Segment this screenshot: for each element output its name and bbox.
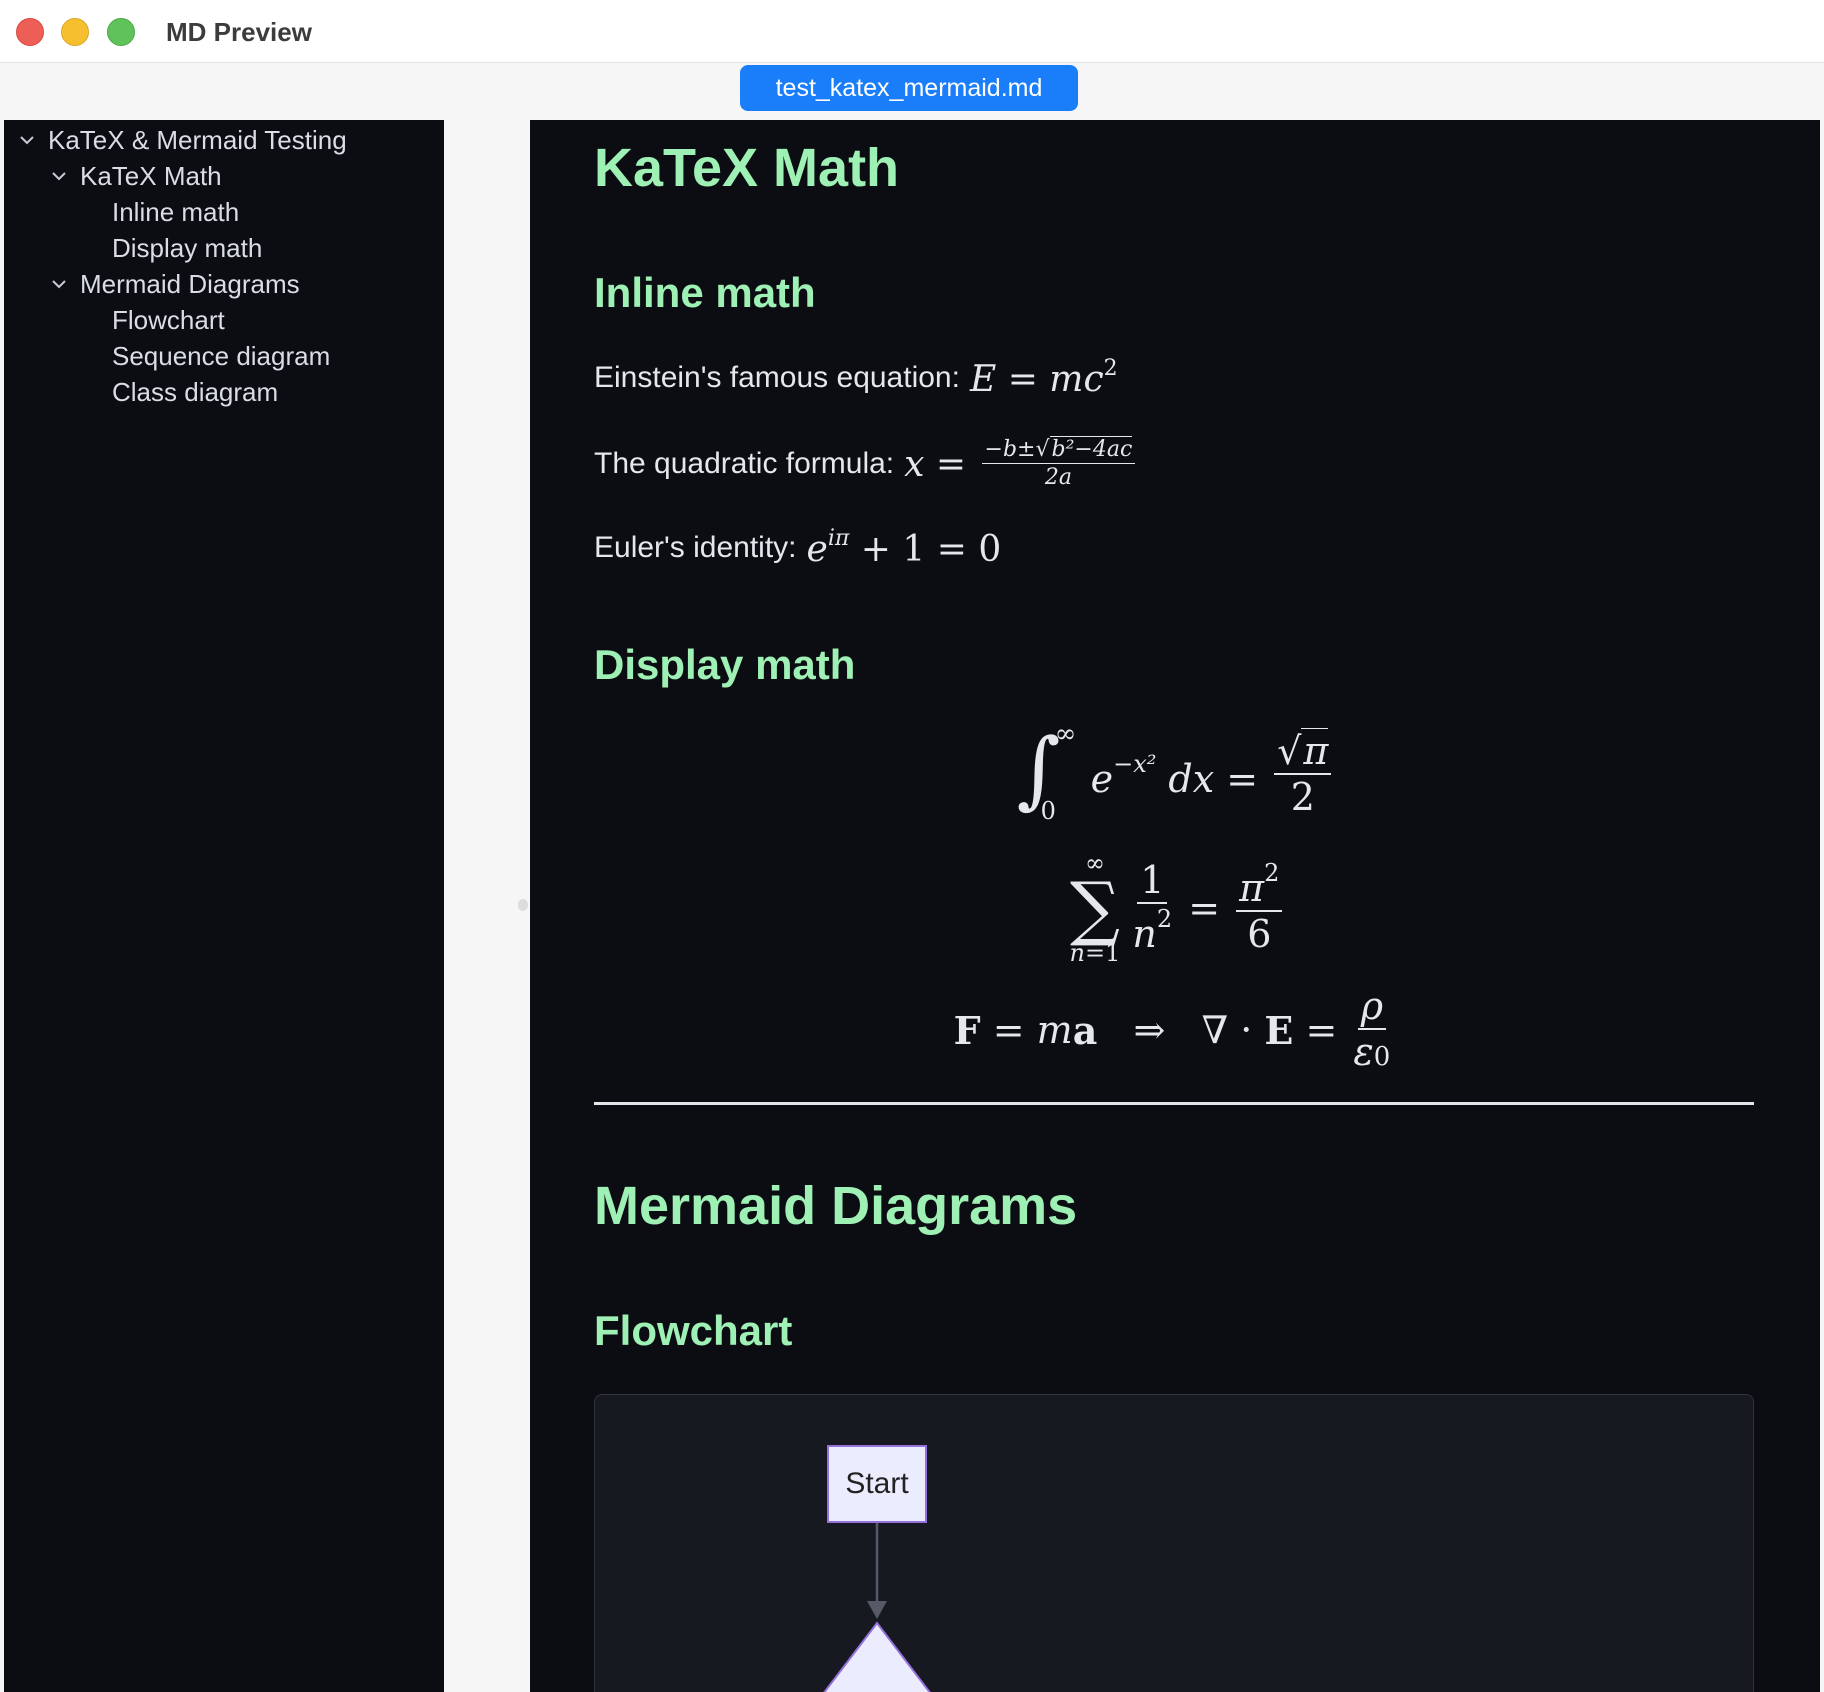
flowchart-node-decision [823,1621,931,1692]
einstein-equation: E = mc2 [969,356,1118,400]
toc-item-display-math[interactable]: Display math [4,230,444,266]
heading-mermaid-diagrams: Mermaid Diagrams [594,1176,1078,1236]
heading-flowchart: Flowchart [594,1307,793,1354]
maxwell-equation: F = ma ⇒ ∇ · E = ρ ε0 [953,984,1391,1074]
horizontal-rule [594,1102,1754,1105]
euler-label: Euler's identity: [594,531,797,564]
chevron-down-icon[interactable] [46,266,72,302]
split-view-handle[interactable] [518,899,528,911]
toc-item-katex-math[interactable]: KaTeX Math [4,158,444,194]
preview-pane: KaTeX Math Inline math Einstein's famous… [530,120,1820,1692]
flowchart-edges [823,1523,931,1692]
outline-sidebar: KaTeX & Mermaid Testing KaTeX Math Inlin… [4,120,444,1692]
euler-equation: eiπ + 1 = 0 [806,526,1002,570]
flowchart-diagram: Start [594,1394,1754,1692]
euler-paragraph: Euler's identity: eiπ + 1 = 0 [594,518,1001,578]
maxwell-fraction: ρ ε0 [1353,984,1391,1074]
toc-item-root[interactable]: KaTeX & Mermaid Testing [4,122,444,158]
chevron-down-icon[interactable] [14,122,40,158]
toc-item-inline-math[interactable]: Inline math [4,194,444,230]
close-window-button[interactable] [16,18,44,46]
heading-display-math: Display math [594,641,856,688]
einstein-paragraph: Einstein's famous equation: E = mc2 [594,348,1118,408]
quadratic-label: The quadratic formula: [594,447,895,480]
quadratic-paragraph: The quadratic formula: x = −b±√b²−4ac 2a [594,424,1139,504]
toc-item-label: Sequence diagram [112,341,331,371]
toc-item-label: Display math [112,233,263,263]
toc-item-flowchart[interactable]: Flowchart [4,302,444,338]
app-window: MD Preview test_katex_mermaid.md KaTeX &… [0,0,1824,1692]
gaussian-fraction: √π 2 [1274,728,1332,819]
toc-item-label: Flowchart [112,305,225,335]
chevron-down-icon[interactable] [46,158,72,194]
toc-item-mermaid-diagrams[interactable]: Mermaid Diagrams [4,266,444,302]
quadratic-fraction: −b±√b²−4ac 2a [981,436,1136,489]
file-tab[interactable]: test_katex_mermaid.md [740,65,1078,111]
minimize-window-button[interactable] [61,18,89,46]
gaussian-integral-equation: ∫ ∞ 0 e−x² dx = √π 2 [594,719,1754,830]
window-title: MD Preview [166,17,312,47]
tab-strip: test_katex_mermaid.md [0,63,1824,120]
summation-sign: ∞ ∑ n=1 [1069,849,1121,967]
integral-sign: ∫ ∞ 0 [1016,719,1077,825]
toc-item-label: Inline math [112,197,240,227]
toc-item-label: KaTeX & Mermaid Testing [48,125,347,155]
toc-item-label: KaTeX Math [80,161,222,191]
basel-sum-equation: ∞ ∑ n=1 1 n2 = π2 6 [594,848,1754,968]
zoom-window-button[interactable] [107,18,135,46]
title-bar: MD Preview [0,0,1824,63]
heading-inline-math: Inline math [594,269,816,316]
heading-katex-math: KaTeX Math [594,138,900,198]
toc-item-label: Mermaid Diagrams [80,269,300,299]
basel-fraction-right: π2 6 [1236,860,1283,956]
toc-item-label: Class diagram [112,377,279,407]
arrowhead-icon [867,1601,887,1619]
quadratic-equation: x = −b±√b²−4ac 2a [904,436,1139,489]
basel-fraction-left: 1 n2 [1132,858,1173,956]
toc-item-class-diagram[interactable]: Class diagram [4,374,444,410]
toc-item-sequence-diagram[interactable]: Sequence diagram [4,338,444,374]
einstein-label: Einstein's famous equation: [594,361,960,394]
